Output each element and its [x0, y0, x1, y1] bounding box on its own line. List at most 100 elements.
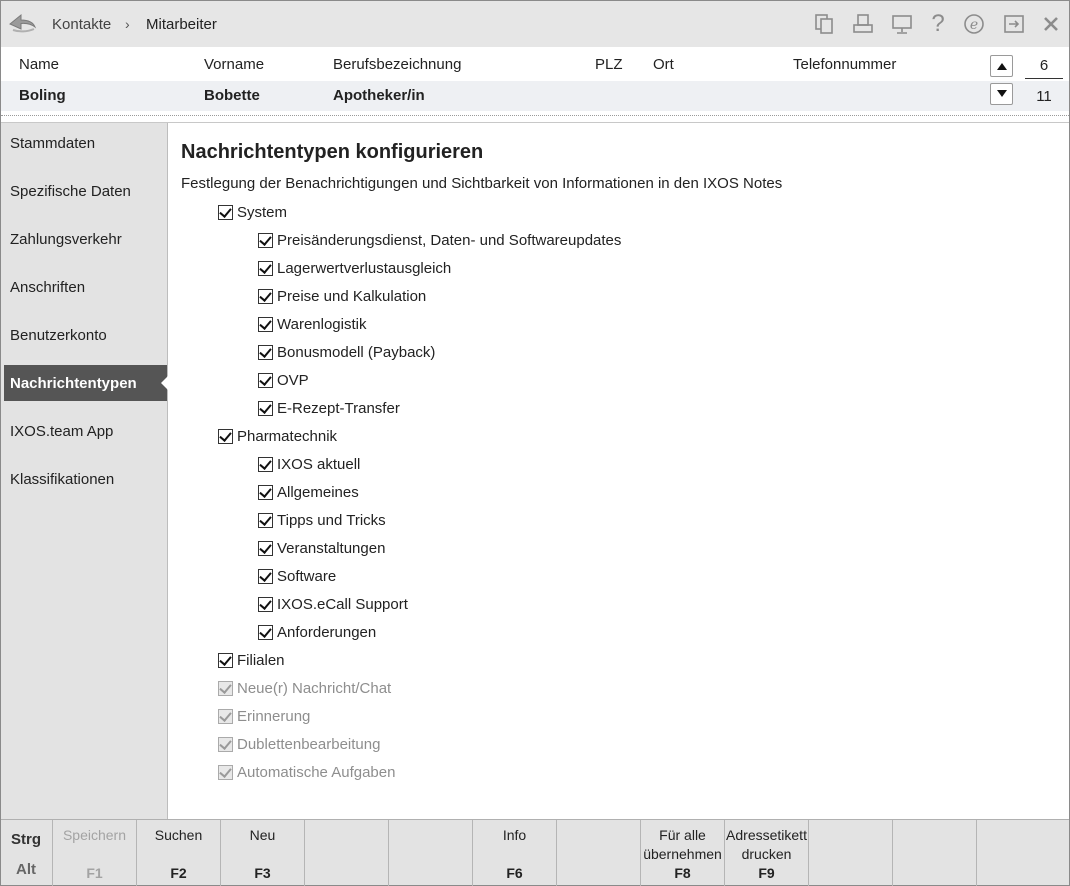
- checkbox-row[interactable]: System: [218, 201, 287, 223]
- checkbox-row[interactable]: IXOS aktuell: [258, 453, 360, 475]
- checkbox-row[interactable]: Warenlogistik: [258, 313, 366, 335]
- fkey-button[interactable]: Für alle übernehmen F8: [640, 820, 724, 886]
- checkbox-row[interactable]: Software: [258, 565, 336, 587]
- checkbox-row[interactable]: Pharmatechnik: [218, 425, 337, 447]
- back-arrow-icon[interactable]: [7, 10, 37, 36]
- fkey-button[interactable]: [892, 820, 976, 886]
- header-record-row: Boling Bobette Apotheker/in 11: [1, 81, 1069, 111]
- copy-icon[interactable]: [812, 12, 836, 36]
- checkbox-row[interactable]: Lagerwertverlustausgleich: [258, 257, 451, 279]
- fkey-button[interactable]: Suchen F2: [136, 820, 220, 886]
- fkey-button[interactable]: Info F6: [472, 820, 556, 886]
- record-current: 6: [1039, 57, 1049, 74]
- record-up-button[interactable]: [990, 55, 1013, 77]
- checkbox[interactable]: [218, 428, 233, 444]
- checkbox-row[interactable]: Veranstaltungen: [258, 537, 385, 559]
- export-icon[interactable]: [1002, 12, 1026, 36]
- checkbox-label: Anforderungen: [277, 623, 377, 641]
- col-name: Name: [19, 56, 60, 73]
- checkbox-label: Preise und Kalkulation: [277, 287, 427, 305]
- record-down-button[interactable]: [990, 83, 1013, 105]
- checkbox-row[interactable]: Anforderungen: [258, 621, 376, 643]
- header-column-labels: Name Vorname Berufsbezeichnung PLZ Ort T…: [1, 47, 1069, 81]
- fkey-label: Info: [502, 827, 527, 843]
- sidebar-item-spezifische-daten[interactable]: Spezifische Daten: [1, 173, 167, 209]
- checkbox[interactable]: [258, 596, 273, 612]
- checkbox-label: Filialen: [237, 651, 285, 669]
- breadcrumb-kontakte[interactable]: Kontakte: [52, 16, 111, 33]
- checkbox-row[interactable]: Preise und Kalkulation: [258, 285, 426, 307]
- checkbox-label: Tipps und Tricks: [277, 511, 386, 529]
- fkey-shortcut: F9: [758, 865, 775, 881]
- checkbox[interactable]: [258, 484, 273, 500]
- sidebar-item-benutzerkonto[interactable]: Benutzerkonto: [1, 317, 167, 353]
- checkbox[interactable]: [258, 540, 273, 556]
- fkey-button[interactable]: Adressetikett drucken F9: [724, 820, 808, 886]
- page-title: Nachrichtentypen konfigurieren: [181, 141, 484, 163]
- sidebar-item-stammdaten[interactable]: Stammdaten: [1, 125, 167, 161]
- sidebar-item-klassifikationen[interactable]: Klassifikationen: [1, 461, 167, 497]
- checkbox: [218, 708, 233, 724]
- sidebar-item-label: Klassifikationen: [10, 470, 115, 488]
- close-icon[interactable]: [1039, 12, 1063, 36]
- checkbox[interactable]: [258, 624, 273, 640]
- checkbox-label: System: [237, 203, 288, 221]
- col-telefonnummer: Telefonnummer: [793, 56, 897, 73]
- checkbox[interactable]: [258, 372, 273, 388]
- sidebar-item-anschriften[interactable]: Anschriften: [1, 269, 167, 305]
- monitor-icon[interactable]: [890, 12, 914, 36]
- ixos-e-icon[interactable]: e: [962, 12, 986, 36]
- checkbox-row[interactable]: E-Rezept-Transfer: [258, 397, 400, 419]
- checkbox-label: E-Rezept-Transfer: [277, 399, 400, 417]
- checkbox-row[interactable]: Filialen: [218, 649, 285, 671]
- checkbox[interactable]: [258, 344, 273, 360]
- breadcrumb-separator: ›: [125, 16, 130, 32]
- fkey-button[interactable]: [976, 820, 1069, 886]
- fkey-button[interactable]: [388, 820, 472, 886]
- sidebar-item-ixos-team-app[interactable]: IXOS.team App: [1, 413, 167, 449]
- fkey-button[interactable]: [556, 820, 640, 886]
- fkey-shortcut: F3: [254, 865, 271, 881]
- checkbox-row[interactable]: Bonusmodell (Payback): [258, 341, 435, 363]
- checkbox-row[interactable]: IXOS.eCall Support: [258, 593, 408, 615]
- checkbox[interactable]: [258, 456, 273, 472]
- fkey-button[interactable]: [304, 820, 388, 886]
- checkbox[interactable]: [258, 512, 273, 528]
- title-bar: Kontakte › Mitarbeiter ? e: [1, 1, 1069, 47]
- checkbox[interactable]: [258, 316, 273, 332]
- checkbox-label: Bonusmodell (Payback): [277, 343, 436, 361]
- sidebar-item-zahlungsverkehr[interactable]: Zahlungsverkehr: [1, 221, 167, 257]
- record-vorname: Bobette: [204, 87, 260, 104]
- checkbox[interactable]: [218, 204, 233, 220]
- sidebar-item-label: Benutzerkonto: [10, 326, 107, 344]
- help-icon[interactable]: ?: [926, 10, 950, 37]
- record-berufsbezeichnung: Apotheker/in: [333, 87, 425, 104]
- sidebar-item-nachrichtentypen[interactable]: Nachrichtentypen: [4, 365, 168, 401]
- checkbox[interactable]: [218, 652, 233, 668]
- print-icon[interactable]: [851, 12, 875, 36]
- checkbox-label: Preisänderungsdienst, Daten- und Softwar…: [277, 231, 622, 249]
- checkbox-row[interactable]: OVP: [258, 369, 309, 391]
- modifier-strg[interactable]: Strg: [1, 831, 51, 848]
- checkbox-row[interactable]: Allgemeines: [258, 481, 359, 503]
- checkbox: [218, 764, 233, 780]
- checkbox-label: Veranstaltungen: [277, 539, 386, 557]
- fkey-label: Neu: [249, 827, 276, 843]
- fkey-button: Speichern F1: [52, 820, 136, 886]
- checkbox-row[interactable]: Tipps und Tricks: [258, 509, 386, 531]
- sidebar-item-label: Zahlungsverkehr: [10, 230, 122, 248]
- page-subtitle: Festlegung der Benachrichtigungen und Si…: [181, 175, 783, 192]
- checkbox[interactable]: [258, 400, 273, 416]
- checkbox[interactable]: [258, 288, 273, 304]
- fkey-button[interactable]: Neu F3: [220, 820, 304, 886]
- fkey-button[interactable]: [808, 820, 892, 886]
- record-total: 11: [1036, 88, 1052, 105]
- modifier-alt[interactable]: Alt: [1, 861, 51, 878]
- checkbox: [218, 680, 233, 696]
- checkbox-label: Erinnerung: [237, 707, 311, 725]
- checkbox-row[interactable]: Preisänderungsdienst, Daten- und Softwar…: [258, 229, 621, 251]
- checkbox-row: Erinnerung: [218, 705, 310, 727]
- checkbox[interactable]: [258, 232, 273, 248]
- checkbox[interactable]: [258, 260, 273, 276]
- checkbox[interactable]: [258, 568, 273, 584]
